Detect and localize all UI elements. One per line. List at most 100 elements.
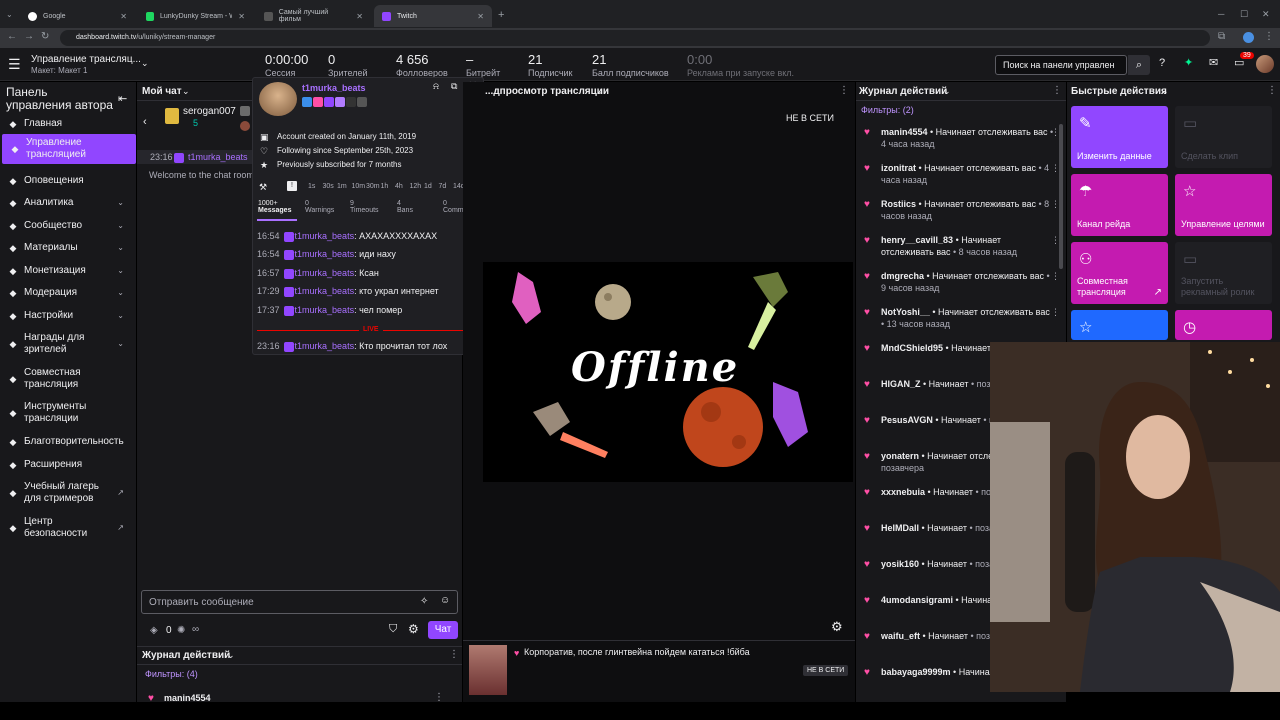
timeout-duration-button[interactable]: 30s xyxy=(323,183,334,190)
dashboard-search-input[interactable]: Поиск на панели управлен xyxy=(995,55,1127,75)
quick-action-tile-7[interactable]: ◷ xyxy=(1175,310,1272,340)
extensions-icon[interactable]: ⧉ xyxy=(1218,31,1225,42)
forward-icon[interactable]: → xyxy=(24,31,34,42)
chat-dropdown-icon[interactable]: ⌄ xyxy=(182,86,190,97)
mod-shield-icon[interactable]: ⛉ xyxy=(389,623,397,636)
activity-item[interactable]: ♥ NotYoshi__ • Начинает отслеживать вас •… xyxy=(864,306,1060,330)
reload-icon[interactable]: ↻ xyxy=(41,31,49,42)
more-options-icon[interactable]: ⋮ xyxy=(449,649,459,660)
new-tab-icon[interactable]: + xyxy=(498,9,504,21)
minimize-icon[interactable]: ─ xyxy=(1218,9,1224,19)
avatar[interactable] xyxy=(1256,55,1274,73)
timeout-duration-button[interactable]: 4h xyxy=(395,183,403,190)
sidebar-item-3[interactable]: ◆ Аналитика ⌄ xyxy=(0,197,134,209)
tab-list-icon[interactable]: ⌄ xyxy=(6,10,13,19)
browser-tab-film[interactable]: Самый лучший фильм ✕ xyxy=(256,5,371,27)
browser-tab-twitch[interactable]: Twitch ✕ xyxy=(374,5,492,27)
quick-action-tile-3[interactable]: ☆ Управление целями xyxy=(1175,174,1272,236)
quick-action-tile-0[interactable]: ✎ Изменить данные xyxy=(1071,106,1168,168)
activity-item[interactable]: ♥ manin4554 • Начинает отслеживать вас • … xyxy=(864,126,1060,150)
timeout-duration-button[interactable]: 1s xyxy=(308,183,315,190)
chat-input[interactable]: Отправить сообщение ✧ ☺ xyxy=(141,590,458,614)
activity-filters[interactable]: Фильтры: (2) xyxy=(861,105,914,115)
window-close-icon[interactable]: ✕ xyxy=(1262,9,1270,20)
sidebar-item-6[interactable]: ◆ Монетизация ⌄ xyxy=(0,265,134,277)
quick-action-tile-1[interactable]: ▭ Сделать клип xyxy=(1175,106,1272,168)
sidebar-item-15[interactable]: ◆ Центр безопасности ↗ xyxy=(0,516,134,540)
bottom-activity-filters[interactable]: Фильтры: (4) xyxy=(145,669,198,679)
back-arrow-icon[interactable]: ‹ xyxy=(143,116,147,128)
timeout-duration-button[interactable]: 30m xyxy=(366,183,380,190)
sidebar-item-0[interactable]: ◆ Главная xyxy=(0,118,134,130)
activity-dropdown-icon[interactable]: ⌄ xyxy=(227,650,235,661)
preview-dropdown-icon[interactable]: ⌄ xyxy=(596,86,604,97)
timeout-duration-button[interactable]: 7d xyxy=(439,183,447,190)
bell-icon[interactable]: ⍾ xyxy=(433,81,439,92)
more-options-icon[interactable]: ⋮ xyxy=(1052,85,1062,96)
sidebar-item-14[interactable]: ◆ Учебный лагерь для стримеров ↗ xyxy=(0,481,134,505)
sidebar-item-1[interactable]: ◆ Управление трансляцией xyxy=(2,134,136,164)
chat-settings-icon[interactable]: ⚙ xyxy=(408,622,419,636)
user-card-tab-1[interactable]: 0 Warnings xyxy=(305,200,334,214)
close-icon[interactable]: ✕ xyxy=(477,12,484,21)
sidebar-item-11[interactable]: ◆ Инструменты трансляции xyxy=(0,401,134,425)
more-options-icon[interactable]: ⋮ xyxy=(1051,126,1060,138)
ban-hammer-icon[interactable]: ⚒ xyxy=(259,182,267,193)
gift-username[interactable]: serogan007 xyxy=(183,106,236,117)
timeout-duration-button[interactable]: 10m xyxy=(352,183,366,190)
celebrate-icon[interactable]: ✧ xyxy=(420,596,428,607)
activity-item[interactable]: ♥ henry__cavill_83 • Начинает отслеживать… xyxy=(864,234,1060,258)
more-options-icon[interactable]: ⋮ xyxy=(1051,234,1060,246)
sidebar-item-4[interactable]: ◆ Сообщество ⌄ xyxy=(0,220,134,232)
sidebar-item-5[interactable]: ◆ Материалы ⌄ xyxy=(0,242,134,254)
quick-action-tile-5[interactable]: ▭ Запустить рекламный ролик xyxy=(1175,242,1272,304)
channel-points-icon[interactable]: ◈ xyxy=(150,625,158,636)
more-options-icon[interactable]: ⋮ xyxy=(839,85,849,96)
hamburger-menu-icon[interactable]: ☰ xyxy=(8,56,21,73)
more-options-icon[interactable]: ⋮ xyxy=(1051,306,1060,318)
popout-icon[interactable]: ⧉ xyxy=(451,81,457,92)
timeout-duration-button[interactable]: 1h xyxy=(381,183,389,190)
sidebar-item-9[interactable]: ◆ Награды для зрителей ⌄ xyxy=(0,332,134,356)
quick-actions-dropdown-icon[interactable]: ⌄ xyxy=(1161,86,1169,97)
browser-tab-lunkydunky[interactable]: LunkyDunky Stream - Watch Li✕ xyxy=(138,5,253,27)
turbo-icon[interactable]: ✦ xyxy=(1184,56,1193,69)
user-card-username[interactable]: t1murka_beats xyxy=(302,83,366,93)
chat-send-button[interactable]: Чат xyxy=(428,621,458,639)
user-card-tab-3[interactable]: 4 Bans xyxy=(397,200,413,214)
emote-picker-icon[interactable]: ☺ xyxy=(440,595,450,606)
more-options-icon[interactable]: ⋮ xyxy=(1051,162,1060,174)
collapse-sidebar-icon[interactable]: ⇤ xyxy=(118,92,127,105)
close-icon[interactable]: ✕ xyxy=(356,12,363,21)
sidebar-item-10[interactable]: ◆ Совместная трансляция xyxy=(0,367,134,391)
close-icon[interactable]: ✕ xyxy=(238,12,245,21)
preview-settings-icon[interactable]: ⚙ xyxy=(831,619,843,635)
help-icon[interactable]: ? xyxy=(1159,57,1165,69)
user-card-tab-2[interactable]: 9 Timeouts xyxy=(350,200,379,214)
more-options-icon[interactable]: ⋮ xyxy=(1267,85,1277,96)
sidebar-item-13[interactable]: ◆ Расширения xyxy=(0,459,134,471)
timeout-duration-button[interactable]: 12h xyxy=(410,183,422,190)
more-options-icon[interactable]: ⋮ xyxy=(1051,198,1060,210)
search-icon[interactable]: ⌕ xyxy=(1128,55,1150,75)
activity-item[interactable]: ♥ Rostiics • Начинает отслеживать вас • 8… xyxy=(864,198,1060,222)
quick-action-tile-6[interactable]: ☆ xyxy=(1071,310,1168,340)
browser-menu-icon[interactable]: ⋮ xyxy=(1264,31,1274,42)
timeout-duration-button[interactable]: 1m xyxy=(337,183,347,190)
browser-tab-google[interactable]: Google ✕ xyxy=(20,5,135,27)
quick-action-tile-2[interactable]: ☂ Канал рейда xyxy=(1071,174,1168,236)
timeout-duration-button[interactable]: 1d xyxy=(424,183,432,190)
activity-scrollbar[interactable] xyxy=(1059,124,1063,269)
activity-item[interactable]: ♥ dmgrecha • Начинает отслеживать вас • 9… xyxy=(864,270,1060,294)
url-input[interactable]: dashboard.twitch.tv/u/luniky/stream-mana… xyxy=(60,30,1210,46)
chat-username[interactable]: t1murka_beats xyxy=(188,152,248,162)
layout-chevron-icon[interactable]: ⌄ xyxy=(141,58,149,69)
sidebar-item-8[interactable]: ◆ Настройки ⌄ xyxy=(0,310,134,322)
sidebar-item-12[interactable]: ◆ Благотворительность xyxy=(0,436,134,448)
inbox-icon[interactable]: ✉ xyxy=(1209,56,1218,69)
delete-message-icon[interactable]: ! xyxy=(287,181,297,191)
user-card-tab-0[interactable]: 1000+ Messages xyxy=(258,200,291,214)
sidebar-item-7[interactable]: ◆ Модерация ⌄ xyxy=(0,287,134,299)
maximize-icon[interactable]: ☐ xyxy=(1240,9,1248,20)
more-options-icon[interactable]: ⋮ xyxy=(1051,270,1060,282)
